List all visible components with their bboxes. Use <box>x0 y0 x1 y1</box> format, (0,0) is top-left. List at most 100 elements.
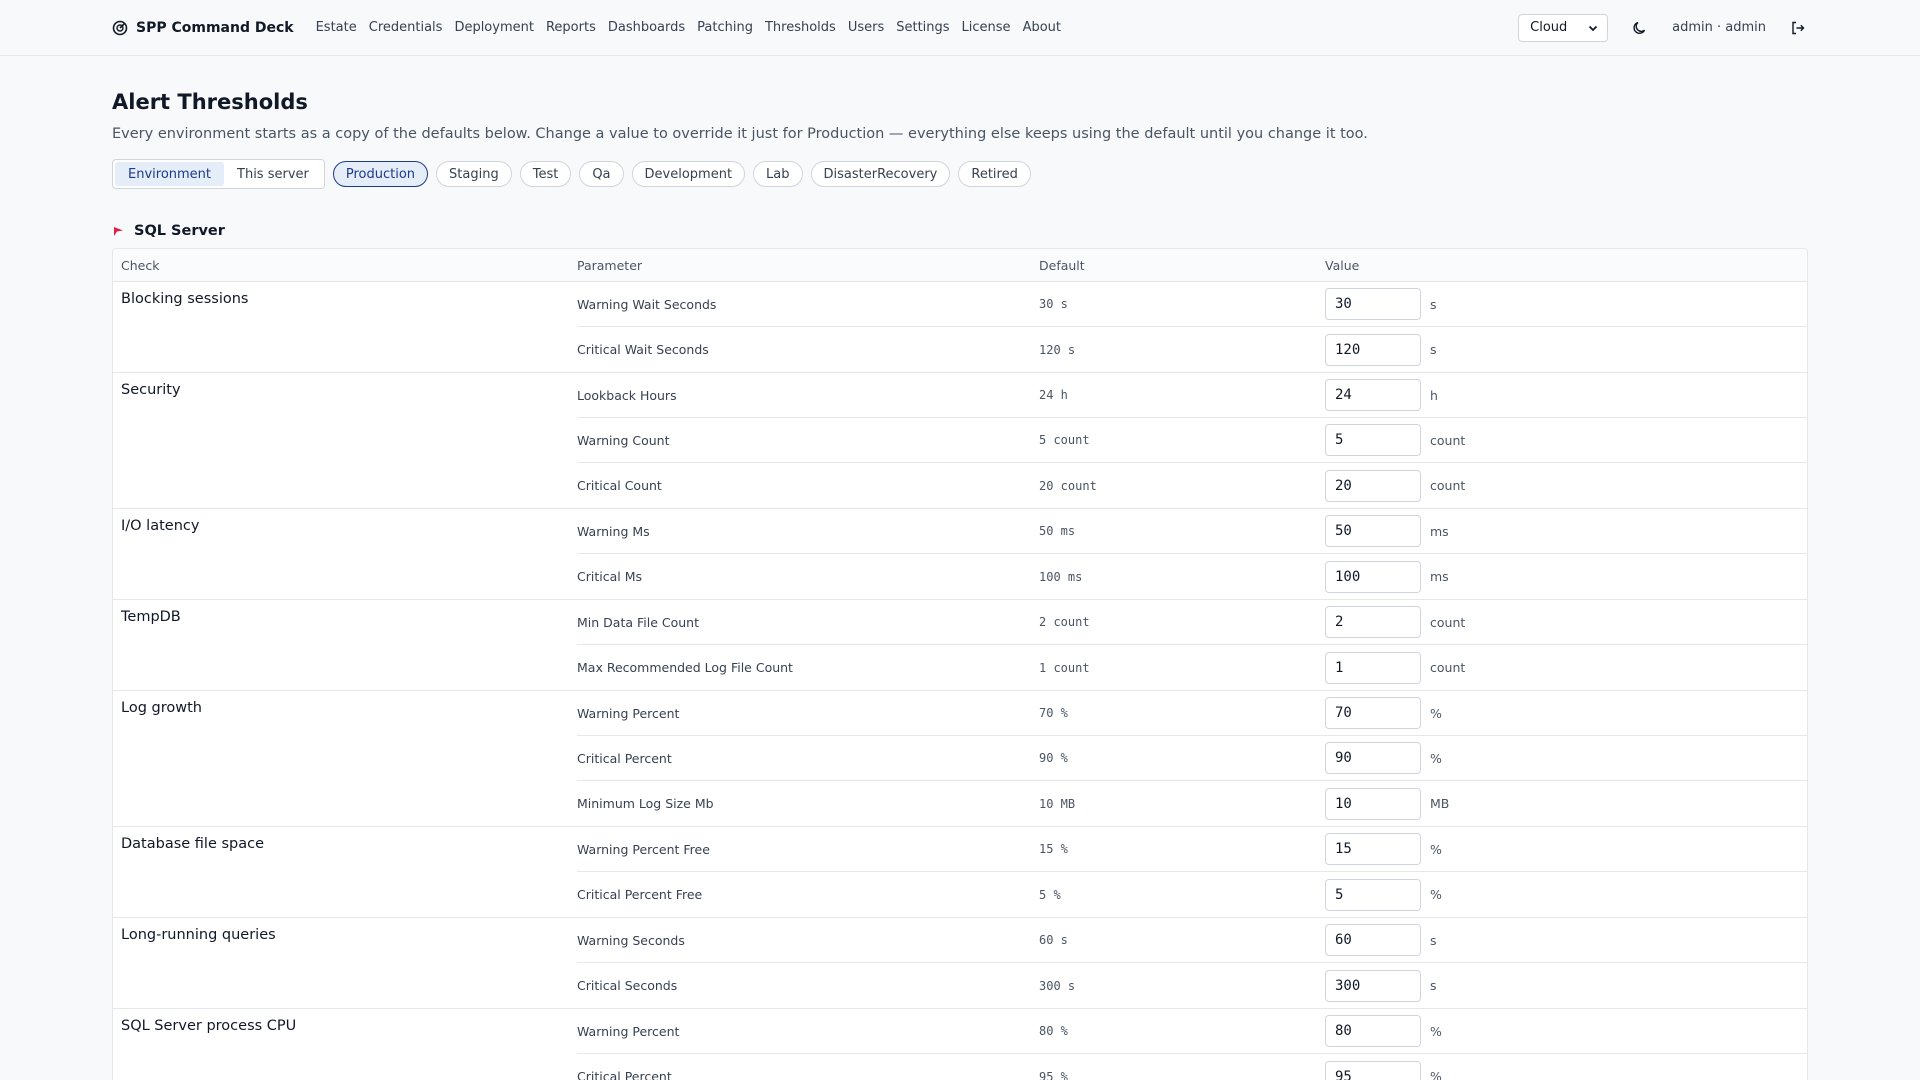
value-input[interactable]: 300 <box>1325 969 1421 1002</box>
value-input[interactable]: 90 <box>1325 742 1421 774</box>
parameter-rows: Warning Percent 70 % 70% Critical Percent 90… <box>577 691 1807 826</box>
value-cell: 300 s <box>1325 969 1807 1002</box>
default-value: 5 count <box>1039 433 1090 447</box>
default-value: 70 % <box>1039 706 1068 720</box>
table-row: Lookback Hours 24 h 24 h <box>577 373 1807 418</box>
value-cell: 60 s <box>1325 924 1807 956</box>
parameter-name: Critical Percent <box>577 750 672 766</box>
env-pill-staging[interactable]: Staging <box>436 161 512 187</box>
parameter-rows: Warning Ms 50 ms 50 ms Critical Ms 100 ms 100 m… <box>577 509 1807 599</box>
nav-link-about[interactable]: About <box>1023 20 1061 35</box>
table-row: Minimum Log Size Mb 10 MB 10 MB <box>577 781 1807 826</box>
parameter-name: Lookback Hours <box>577 387 677 403</box>
logout-button[interactable] <box>1788 18 1808 38</box>
check-group: Log growth Warning Percent 70 % 70% Critical… <box>113 691 1807 827</box>
value-input[interactable]: 30 <box>1325 288 1421 320</box>
env-pill-qa[interactable]: Qa <box>579 161 624 187</box>
value-input[interactable]: 15 <box>1325 833 1421 865</box>
table-row: Critical Seconds 300 s 300 s <box>577 963 1807 1008</box>
value-input[interactable]: 24 <box>1325 379 1421 411</box>
unit-label: % <box>1430 705 1442 721</box>
check-group: Security Lookback Hours 24 h 24 h Warning Cou… <box>113 373 1807 509</box>
table-row: Warning Wait Seconds 30 s 30 s <box>577 282 1807 327</box>
default-value: 24 h <box>1039 388 1068 402</box>
value-input[interactable]: 60 <box>1325 924 1421 956</box>
check-name: I/O latency <box>121 518 200 534</box>
value-input[interactable]: 70 <box>1325 697 1421 729</box>
theme-toggle-button[interactable] <box>1630 18 1650 38</box>
check-name: SQL Server process CPU <box>121 1018 297 1034</box>
value-input[interactable]: 95 <box>1325 1060 1421 1080</box>
value-input[interactable]: 120 <box>1325 333 1421 366</box>
parameter-name: Warning Wait Seconds <box>577 296 717 312</box>
moon-icon <box>1633 21 1646 34</box>
unit-label: s <box>1430 978 1437 993</box>
nav-link-reports[interactable]: Reports <box>546 20 596 35</box>
parameter-name: Warning Count <box>577 432 670 448</box>
default-value: 80 % <box>1039 1024 1068 1038</box>
nav-link-credentials[interactable]: Credentials <box>369 20 443 35</box>
nav-link-estate[interactable]: Estate <box>316 20 357 35</box>
value-input[interactable]: 1 <box>1325 651 1421 684</box>
env-pill-retired[interactable]: Retired <box>958 161 1031 187</box>
parameter-name: Warning Seconds <box>577 932 685 948</box>
section-title: SQL Server <box>134 223 225 239</box>
nav-link-settings[interactable]: Settings <box>896 20 949 35</box>
value-input[interactable]: 20 <box>1325 469 1421 502</box>
value-input[interactable]: 2 <box>1325 606 1421 638</box>
mode-select[interactable]: Cloud <box>1518 13 1609 42</box>
value-input[interactable]: 100 <box>1325 560 1421 593</box>
table-row: Warning Ms 50 ms 50 ms <box>577 509 1807 554</box>
parameter-name: Critical Percent <box>577 1069 672 1080</box>
unit-label: h <box>1430 387 1438 403</box>
header-check: Check <box>121 257 160 273</box>
parameter-name: Max Recommended Log File Count <box>577 660 793 675</box>
nav-link-deployment[interactable]: Deployment <box>454 20 534 35</box>
env-pill-production[interactable]: Production <box>332 161 429 187</box>
nav-link-users[interactable]: Users <box>848 20 884 35</box>
nav-link-dashboards[interactable]: Dashboards <box>608 20 685 35</box>
scope-toggle: Environment This server <box>112 159 325 189</box>
parameter-name: Critical Percent Free <box>577 887 703 902</box>
value-input[interactable]: 5 <box>1325 424 1421 456</box>
brand[interactable]: SPP Command Deck <box>112 20 294 36</box>
parameter-name: Warning Ms <box>577 523 650 539</box>
nav-link-thresholds[interactable]: Thresholds <box>765 20 836 35</box>
default-value: 15 % <box>1039 842 1068 856</box>
check-group: SQL Server process CPU Warning Percent 80 … <box>113 1009 1807 1080</box>
value-input[interactable]: 5 <box>1325 878 1421 911</box>
value-cell: 5 count <box>1325 424 1807 456</box>
value-input[interactable]: 50 <box>1325 515 1421 547</box>
default-value: 120 s <box>1039 342 1076 357</box>
scope-option-this-server[interactable]: This server <box>224 162 322 186</box>
parameter-rows: Warning Wait Seconds 30 s 30 s Critical Wait… <box>577 282 1807 372</box>
env-pill-lab[interactable]: Lab <box>753 161 803 187</box>
value-cell: 80% <box>1325 1015 1807 1047</box>
env-pill-test[interactable]: Test <box>519 161 572 187</box>
nav-link-patching[interactable]: Patching <box>697 20 753 35</box>
user-label[interactable]: admin · admin <box>1672 20 1766 35</box>
nav-link-license[interactable]: License <box>962 20 1011 35</box>
parameter-rows: Warning Percent Free 15 % 15% Critical Perc… <box>577 827 1807 917</box>
check-name: TempDB <box>121 609 181 625</box>
table-row: Min Data File Count 2 count 2 count <box>577 600 1807 645</box>
value-input[interactable]: 80 <box>1325 1015 1421 1047</box>
env-pill-disasterrecovery[interactable]: DisasterRecovery <box>810 161 951 187</box>
env-pill-development[interactable]: Development <box>631 161 746 187</box>
table-row: Critical Ms 100 ms 100 ms <box>577 554 1807 599</box>
unit-label: count <box>1430 660 1466 675</box>
value-cell: 100 ms <box>1325 560 1807 593</box>
scope-option-environment[interactable]: Environment <box>115 162 225 186</box>
value-cell: 120 s <box>1325 333 1807 366</box>
parameter-name: Min Data File Count <box>577 614 699 630</box>
default-value: 300 s <box>1039 978 1076 993</box>
value-cell: 2 count <box>1325 606 1807 638</box>
default-value: 30 s <box>1039 297 1068 311</box>
parameter-rows: Lookback Hours 24 h 24 h Warning Count 5 coun… <box>577 373 1807 508</box>
table-header: Check Parameter Default Value <box>113 249 1807 282</box>
table-row: Critical Percent 90 % 90% <box>577 736 1807 781</box>
default-value: 90 % <box>1039 751 1068 765</box>
value-input[interactable]: 10 <box>1325 787 1421 820</box>
parameter-name: Minimum Log Size Mb <box>577 796 714 811</box>
value-cell: 30 s <box>1325 288 1807 320</box>
